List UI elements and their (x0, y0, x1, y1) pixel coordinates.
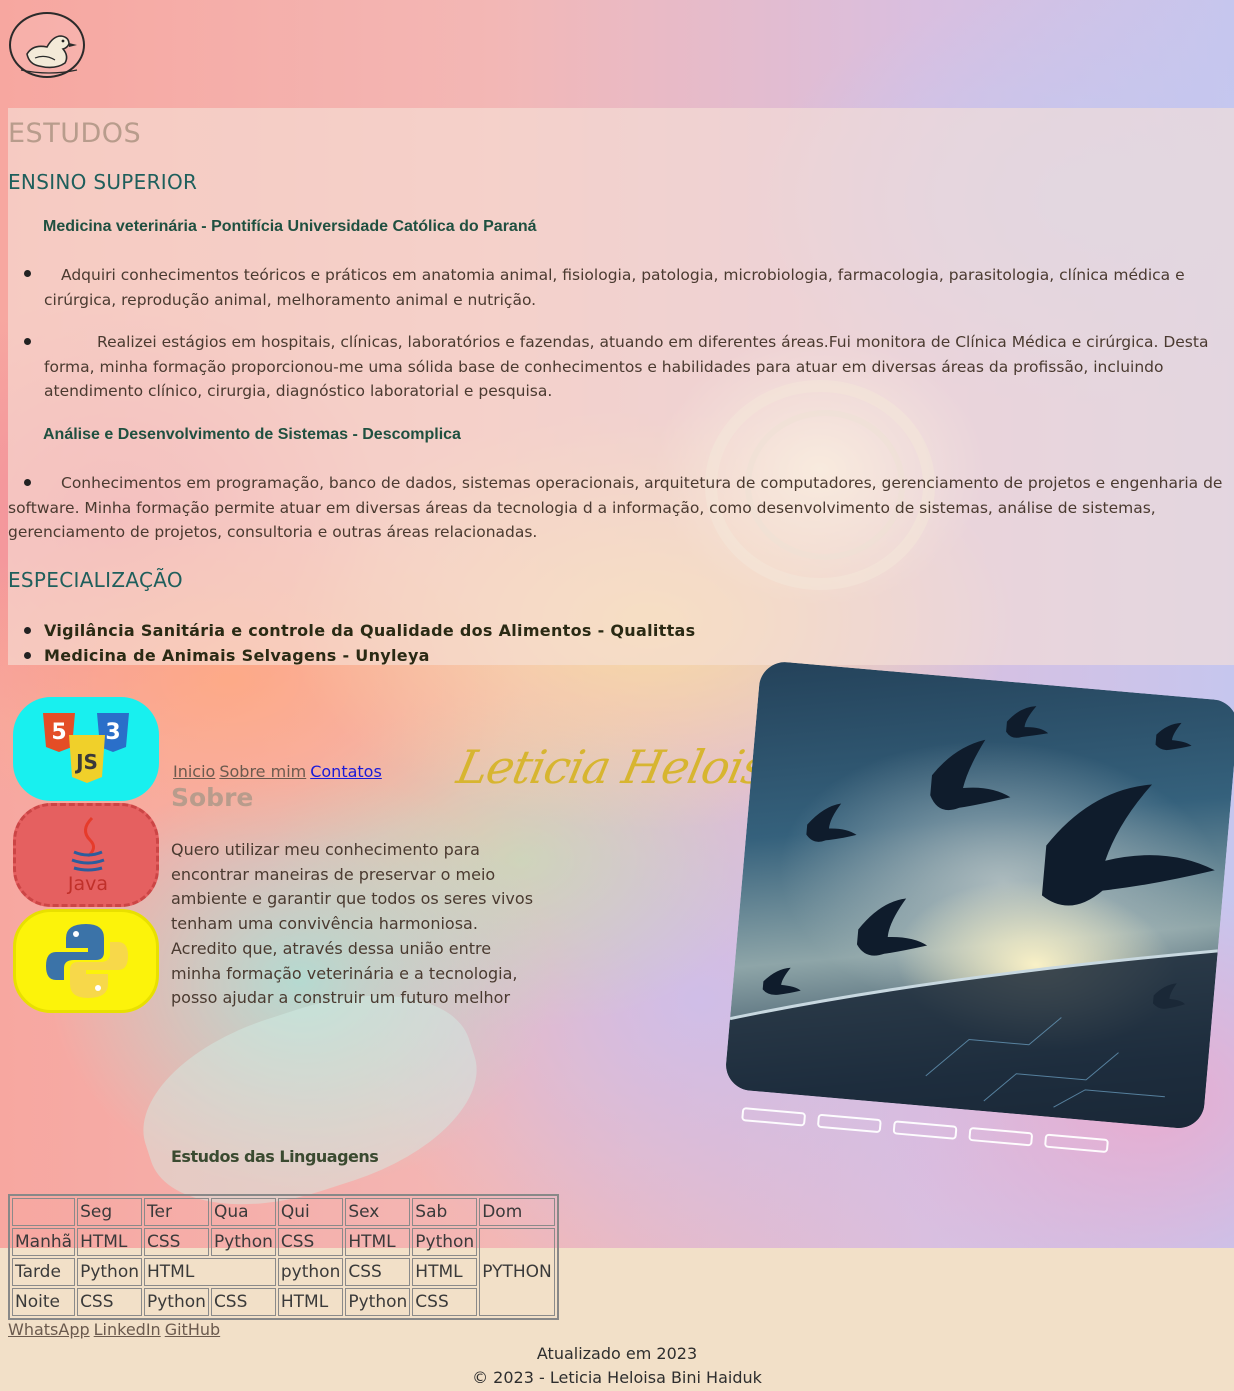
table-cell: HTML (77, 1228, 142, 1256)
table-header-cell: Seg (77, 1198, 142, 1226)
table-header-cell: Sex (345, 1198, 411, 1226)
table-period-cell: Manhã (12, 1228, 76, 1256)
table-cell-sunday: PYTHON (479, 1228, 555, 1316)
course-description-text: Conhecimentos em programação, banco de d… (8, 474, 1223, 541)
carousel-indicator[interactable] (968, 1126, 1034, 1147)
course-description: Adquiri conhecimentos teóricos e prático… (44, 263, 1234, 312)
table-header-cell: Sab (412, 1198, 478, 1226)
higher-education-heading: ENSINO SUPERIOR (8, 170, 198, 194)
table-cell: CSS (210, 1288, 276, 1316)
nav-link-contacts[interactable]: Contatos (310, 762, 382, 781)
specialization-heading: ESPECIALIZAÇÃO (8, 568, 183, 592)
table-cell: Python (345, 1288, 411, 1316)
schedule-table: Seg Ter Qua Qui Sex Sab Dom Manhã HTML C… (8, 1194, 559, 1320)
table-cell: Python (144, 1288, 209, 1316)
list-item: Medicina de Animais Selvagens - Unyleya (23, 643, 695, 668)
table-cell: CSS (345, 1258, 411, 1286)
about-text: Quero utilizar meu conhecimento para enc… (171, 840, 534, 1008)
table-cell: HTML (412, 1258, 478, 1286)
table-cell: python (277, 1258, 344, 1286)
table-row: Tarde Python HTML python CSS HTML (12, 1258, 555, 1286)
table-cell: Python (412, 1228, 478, 1256)
carousel-indicator[interactable] (741, 1107, 807, 1127)
course-title-systems: Análise e Desenvolvimento de Sistemas - … (43, 426, 461, 443)
java-icon: Java (13, 803, 159, 907)
carousel-indicator[interactable] (1043, 1133, 1109, 1154)
studies-title: ESTUDOS (8, 118, 142, 149)
html-css-js-icon: 5 3 JS (13, 697, 159, 801)
table-cell: HTML (345, 1228, 411, 1256)
linkedin-link[interactable]: LinkedIn (94, 1320, 161, 1339)
table-cell: HTML (277, 1288, 344, 1316)
table-cell-empty (12, 1198, 76, 1226)
table-header-cell: Qui (277, 1198, 344, 1226)
bullet-icon (24, 338, 31, 345)
table-cell: CSS (412, 1288, 478, 1316)
duck-logo-icon[interactable] (9, 12, 85, 78)
course-title-veterinary: Medicina veterinária - Pontifícia Univer… (43, 218, 537, 235)
js-label: JS (74, 750, 98, 774)
table-period-cell: Tarde (12, 1258, 76, 1286)
course-description: Conhecimentos em programação, banco de d… (8, 471, 1234, 545)
copyright-text: © 2023 - Leticia Heloisa Bini Haiduk (472, 1368, 762, 1387)
github-link[interactable]: GitHub (165, 1320, 220, 1339)
table-cell: Python (210, 1228, 276, 1256)
table-cell: CSS (77, 1288, 142, 1316)
table-header-cell: Ter (144, 1198, 209, 1226)
updated-text: Atualizado em 2023 (536, 1344, 698, 1363)
main-nav: Inicio Sobre mim Contatos (173, 762, 386, 781)
carousel-indicator[interactable] (892, 1120, 958, 1140)
course-description: Realizei estágios em hospitais, clínicas… (44, 333, 1209, 400)
carousel-indicator[interactable] (816, 1113, 882, 1134)
java-label: Java (67, 873, 108, 895)
table-cell: CSS (277, 1228, 344, 1256)
course-description-text: Adquiri conhecimentos teóricos e prático… (44, 266, 1185, 309)
table-cell: Python (77, 1258, 142, 1286)
table-row: Noite CSS Python CSS HTML Python CSS (12, 1288, 555, 1316)
studies-section: ESTUDOS ENSINO SUPERIOR Medicina veterin… (8, 108, 1234, 665)
table-row: Manhã HTML CSS Python CSS HTML Python PY… (12, 1228, 555, 1316)
whatsapp-link[interactable]: WhatsApp (8, 1320, 90, 1339)
list-item: Vigilância Sanitária e controle da Quali… (23, 618, 695, 643)
specialization-list: Vigilância Sanitária e controle da Quali… (23, 618, 695, 668)
birds-slide-image (723, 659, 1234, 1131)
table-cell: HTML (144, 1258, 276, 1286)
nav-link-about[interactable]: Sobre mim (219, 762, 306, 781)
social-links: WhatsApp LinkedIn GitHub (8, 1320, 224, 1339)
about-title: Sobre (171, 783, 254, 812)
image-carousel[interactable] (720, 659, 1234, 1170)
signature-text: Leticia Heloisa Bini (452, 740, 784, 794)
nav-link-home[interactable]: Inicio (173, 762, 215, 781)
table-cell: CSS (144, 1228, 209, 1256)
table-row: Seg Ter Qua Qui Sex Sab Dom (12, 1198, 555, 1226)
svg-text:3: 3 (105, 720, 120, 745)
bullet-icon (24, 270, 31, 277)
schedule-caption: Estudos das Linguagens (171, 1147, 379, 1166)
table-header-cell: Dom (479, 1198, 555, 1226)
svg-text:5: 5 (51, 720, 66, 745)
table-header-cell: Qua (210, 1198, 276, 1226)
python-icon (13, 909, 159, 1013)
table-period-cell: Noite (12, 1288, 76, 1316)
